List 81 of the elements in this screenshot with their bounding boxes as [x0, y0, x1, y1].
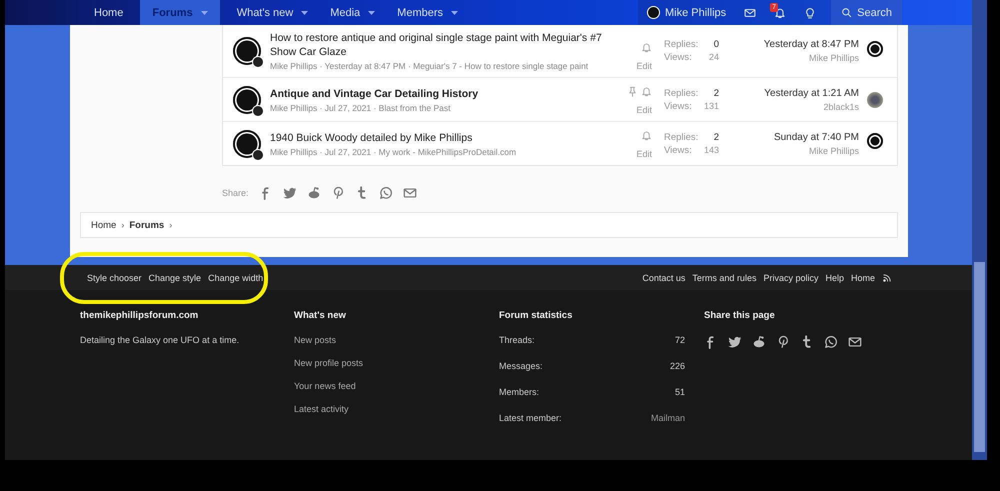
avatar[interactable]	[867, 40, 883, 56]
stat-label: Latest member:	[499, 413, 563, 423]
reddit-icon[interactable]	[306, 186, 321, 200]
stat-label: Messages:	[499, 361, 544, 371]
stat-label: Replies:	[664, 88, 700, 98]
avatar[interactable]	[233, 86, 261, 114]
whatsapp-icon[interactable]	[824, 335, 838, 349]
reddit-icon[interactable]	[752, 335, 766, 349]
view-count: 131	[704, 100, 719, 112]
last-post-time[interactable]: Sunday at 7:40 PM	[719, 132, 859, 142]
rss-icon[interactable]	[882, 272, 892, 282]
reply-count: 2	[712, 88, 719, 98]
thread-title[interactable]: How to restore antique and original single stage paint with Meguiar's #7 Show Car Glaze	[270, 31, 612, 59]
footer-link[interactable]: Home	[850, 272, 875, 282]
footer-heading: Forum statistics	[499, 310, 574, 321]
stat-value: 72	[674, 335, 685, 345]
stat-label: Threads:	[499, 335, 536, 345]
footer-link[interactable]: Contact us	[642, 272, 686, 282]
pin-icon	[627, 86, 638, 97]
stat-value: 51	[674, 387, 685, 397]
avatar[interactable]	[867, 133, 883, 149]
twitter-icon[interactable]	[282, 186, 297, 200]
view-count: 24	[708, 52, 719, 63]
last-post-time[interactable]: Yesterday at 8:47 PM	[719, 39, 859, 50]
stat-label: Views:	[664, 100, 693, 112]
search-button[interactable]: Search	[831, 0, 902, 25]
share-label: Share:	[222, 188, 249, 198]
chevron-icon: ›	[121, 220, 124, 230]
footer-link[interactable]: Change width	[208, 272, 264, 282]
thread-meta: Mike Phillips · Jul 27, 2021 · My work - MikePhillipsProDetail.com	[270, 146, 518, 156]
stat-label: Members:	[499, 387, 540, 397]
search-icon	[841, 7, 852, 18]
nav-tab[interactable]: Media	[319, 0, 386, 25]
site-name: themikephillipsforum.com	[80, 310, 200, 321]
footer-link[interactable]: Help	[825, 272, 844, 282]
avatar[interactable]	[233, 130, 261, 158]
nav-tab[interactable]: Members	[386, 0, 470, 25]
stat-label: Replies:	[664, 132, 700, 142]
nav-tab[interactable]: What's new	[226, 0, 320, 25]
twitter-icon[interactable]	[728, 335, 742, 349]
thread-title[interactable]: Antique and Vintage Car Detailing History	[270, 86, 612, 100]
thread-title[interactable]: 1940 Buick Woody detailed by Mike Phillips	[270, 130, 612, 144]
thread-meta: Mike Phillips · Jul 27, 2021 · Blast from the Past	[270, 102, 452, 112]
small-avatar	[252, 104, 264, 116]
footer-heading: Share this page	[704, 310, 776, 321]
user-menu[interactable]: Mike Phillips	[638, 0, 736, 25]
chevron-icon: ›	[169, 220, 172, 230]
footer-link[interactable]: New profile posts	[294, 358, 499, 368]
stat-value: 226	[668, 361, 685, 371]
last-post-time[interactable]: Yesterday at 1:21 AM	[719, 88, 859, 98]
footer-link[interactable]: New posts	[294, 335, 499, 345]
envelope-icon[interactable]	[402, 186, 417, 200]
pinterest-icon[interactable]	[776, 335, 790, 349]
footer-link[interactable]: Style chooser	[87, 272, 142, 282]
view-count: 143	[704, 144, 719, 156]
lightbulb-icon[interactable]	[804, 6, 816, 18]
site-tagline: Detailing the Galaxy one UFO at a time.	[80, 335, 240, 345]
stat-label: Views:	[664, 144, 693, 156]
reply-count: 0	[712, 39, 719, 50]
scrollbar[interactable]	[972, 0, 987, 460]
nav-tab[interactable]: Home	[83, 0, 134, 25]
small-avatar	[252, 148, 264, 160]
stat-label: Views:	[664, 52, 693, 63]
stat-label: Replies:	[664, 39, 700, 50]
avatar[interactable]	[867, 92, 883, 108]
breadcrumb-link[interactable]: Home	[91, 220, 116, 230]
mail-icon[interactable]	[744, 6, 756, 18]
footer-link[interactable]: Latest activity	[294, 404, 499, 414]
footer-link[interactable]: Privacy policy	[763, 272, 818, 282]
reply-count: 2	[712, 132, 719, 142]
small-avatar	[252, 56, 264, 68]
avatar[interactable]	[233, 37, 261, 65]
footer-link[interactable]: Terms and rules	[692, 272, 756, 282]
whatsapp-icon[interactable]	[378, 186, 393, 200]
stat-value: Mailman	[650, 413, 685, 423]
breadcrumb-link[interactable]: Forums	[129, 220, 164, 230]
footer-link[interactable]: Change style	[148, 272, 202, 282]
thread-meta: Mike Phillips · Yesterday at 8:47 PM · Meguiar's 7 - How to restore single stage paint	[270, 61, 590, 71]
footer-link[interactable]: Your news feed	[294, 381, 499, 391]
footer-heading: What's new	[294, 310, 347, 321]
envelope-icon[interactable]	[848, 335, 862, 349]
